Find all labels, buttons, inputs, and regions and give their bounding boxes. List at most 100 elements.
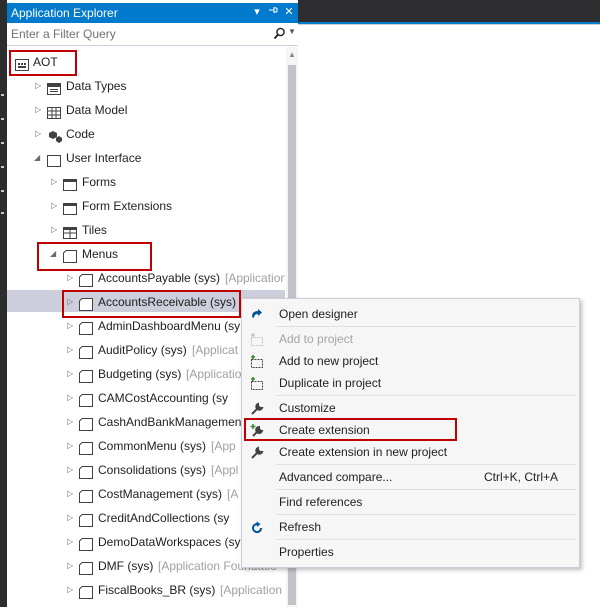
expand-arrow-icon[interactable]: ▷ (67, 339, 73, 361)
menu-item-label: Advanced compare... (279, 470, 393, 484)
menu-item-create-extension[interactable]: Create extension (243, 419, 578, 441)
filter-bar: ▼ (7, 25, 298, 46)
tree-node-label: Data Types (66, 79, 127, 93)
menu-model: [Applicat (192, 343, 239, 357)
menu-separator (276, 489, 576, 490)
tree-node-code[interactable]: ▷ Code (7, 123, 285, 145)
duplicate-icon (250, 376, 264, 398)
collapse-arrow-icon[interactable]: ◢ (50, 243, 56, 265)
menu-item-label: Refresh (279, 520, 322, 534)
menu-item-add-to-new-project[interactable]: Add to new project (243, 350, 578, 372)
menu-item-find-references[interactable]: Find references (243, 491, 578, 513)
expand-arrow-icon[interactable]: ▷ (67, 507, 73, 529)
menu-name: AccountsReceivable (sys) (98, 295, 237, 309)
menu-item-refresh[interactable]: Refresh (243, 516, 578, 538)
menu-item-customize[interactable]: Customize (243, 397, 578, 419)
expand-arrow-icon[interactable]: ▷ (67, 411, 73, 433)
tree-node-label: User Interface (66, 151, 142, 165)
collapse-arrow-icon[interactable]: ◢ (34, 147, 40, 169)
menu-separator (276, 464, 576, 465)
menu-model: [Appl (211, 463, 239, 477)
menu-item-create-extension-in-new-project[interactable]: Create extension in new project (243, 441, 578, 463)
menu-model: [Application S (220, 583, 285, 597)
expand-arrow-icon[interactable]: ▷ (67, 483, 73, 505)
menu-item-label: Customize (279, 401, 336, 415)
menu-name: AccountsPayable (sys) (98, 271, 221, 285)
expand-arrow-icon[interactable]: ▷ (51, 171, 57, 193)
menu-item-label: Open designer (279, 307, 358, 321)
tree-node-data-types[interactable]: ▷ Data Types (7, 75, 285, 97)
expand-arrow-icon[interactable]: ▷ (67, 459, 73, 481)
panel-title: Application Explorer (11, 6, 118, 20)
menu-item-open-designer[interactable]: Open designer (243, 303, 578, 325)
tree-node-menus[interactable]: ◢ Menus (7, 243, 285, 265)
close-icon[interactable]: ✕ (282, 4, 296, 20)
expand-arrow-icon[interactable]: ▷ (35, 75, 41, 97)
tree-node-label: Menus (82, 247, 119, 261)
expand-arrow-icon[interactable]: ▷ (51, 195, 57, 217)
expand-arrow-icon[interactable]: ▷ (67, 363, 73, 385)
tree-node-label: AOT (33, 55, 58, 69)
menu-separator (276, 539, 576, 540)
search-icon[interactable] (273, 27, 286, 43)
menu-name: Consolidations (sys) (98, 463, 207, 477)
expand-arrow-icon[interactable]: ▷ (51, 219, 57, 241)
tree-node-data-model[interactable]: ▷ Data Model (7, 99, 285, 121)
expand-arrow-icon[interactable]: ▷ (67, 315, 73, 337)
menu-name: CommonMenu (sys) (98, 439, 207, 453)
wrench-icon (250, 445, 264, 467)
menu-name: AdminDashboardMenu (sy (98, 319, 241, 333)
expand-arrow-icon[interactable]: ▷ (67, 387, 73, 409)
pin-icon[interactable] (266, 4, 280, 20)
menu-separator (276, 326, 576, 327)
menu-item-properties[interactable]: Properties (243, 541, 578, 563)
tree-node-forms[interactable]: ▷ Forms (7, 171, 285, 193)
menu-item-label: Duplicate in project (279, 376, 382, 390)
menu-name: CreditAndCollections (sy (98, 511, 230, 525)
tree-node-form-extensions[interactable]: ▷ Form Extensions (7, 195, 285, 217)
context-menu: Open designer Add to project Add to new pr… (241, 298, 580, 568)
open-designer-icon (250, 307, 264, 329)
filter-query-input[interactable] (9, 26, 271, 42)
expand-arrow-icon[interactable]: ▷ (67, 291, 73, 313)
menu-model: [A (227, 487, 239, 501)
expand-arrow-icon[interactable]: ▷ (35, 123, 41, 145)
editor-tab-strip (298, 0, 600, 22)
expand-arrow-icon[interactable]: ▷ (67, 555, 73, 577)
tree-node-aot[interactable]: AOT (7, 51, 285, 73)
menu-name: AuditPolicy (sys) (98, 343, 187, 357)
menu-separator (276, 395, 576, 396)
scroll-up-arrow-icon[interactable]: ▲ (288, 50, 296, 59)
menu-name: CAMCostAccounting (sy (98, 391, 229, 405)
menu-name: DMF (sys) (98, 559, 154, 573)
menu-separator (276, 514, 576, 515)
expand-arrow-icon[interactable]: ▷ (67, 579, 73, 601)
menu-item-shortcut: Ctrl+K, Ctrl+A (483, 470, 558, 484)
menu-item-label: Create extension in new project (279, 445, 448, 459)
menu-name: DemoDataWorkspaces (sys (98, 535, 247, 549)
panel-title-bar[interactable]: Application Explorer ▾ ✕ (7, 3, 298, 23)
tree-node-label: Data Model (66, 103, 128, 117)
tree-node-user-interface[interactable]: ◢ User Interface (7, 147, 285, 169)
menu-item-label: Properties (279, 545, 334, 559)
search-options-chevron-icon[interactable]: ▼ (288, 27, 296, 36)
expand-arrow-icon[interactable]: ▷ (35, 99, 41, 121)
menu-item-advanced-compare[interactable]: Advanced compare... Ctrl+K, Ctrl+A (243, 466, 578, 488)
menu-model: [Applicatio (186, 367, 242, 381)
dropdown-icon[interactable]: ▾ (250, 4, 264, 20)
expand-arrow-icon[interactable]: ▷ (67, 267, 73, 289)
menu-name: CashAndBankManagement (98, 415, 245, 429)
menu-item-add-to-project[interactable]: Add to project (243, 328, 578, 350)
menu-list-item[interactable]: ▷ AccountsPayable (sys) [Application (7, 267, 285, 289)
menu-name: CostManagement (sys) (98, 487, 223, 501)
menu-model: [Application (225, 271, 285, 285)
menu-name: Budgeting (sys) (98, 367, 182, 381)
expand-arrow-icon[interactable]: ▷ (67, 435, 73, 457)
menu-item-label: Find references (279, 495, 363, 509)
tree-node-tiles[interactable]: ▷ Tiles (7, 219, 285, 241)
tree-node-label: Tiles (82, 223, 107, 237)
expand-arrow-icon[interactable]: ▷ (67, 531, 73, 553)
menu-item-duplicate-in-project[interactable]: Duplicate in project (243, 372, 578, 394)
menu-list-item[interactable]: ▷ FiscalBooks_BR (sys) [Application S (7, 579, 285, 601)
left-dock-strip (0, 0, 7, 607)
